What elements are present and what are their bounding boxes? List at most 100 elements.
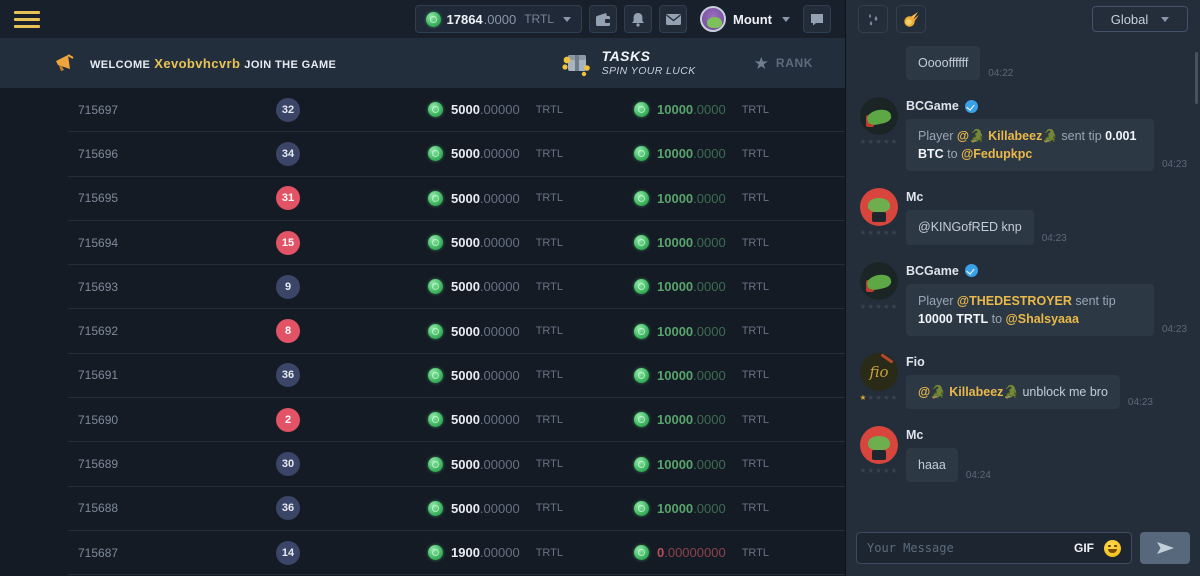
result-badge-cell: 30 [218,452,358,476]
message-timestamp: 04:23 [1042,233,1067,245]
table-row[interactable]: 715691365000.00000TRTL10000.0000TRTL [68,354,845,398]
payout-value: 10000.0000 [657,501,726,516]
user-avatar[interactable] [860,188,898,226]
table-row[interactable]: 71569285000.00000TRTL10000.0000TRTL [68,309,845,353]
bet-currency: TRTL [536,369,563,381]
user-menu[interactable]: Mount [700,6,790,32]
rain-drops-icon [866,12,881,27]
payout-value: 10000.0000 [657,457,726,472]
message-username[interactable]: BCGame [906,99,959,113]
chat-input-box: GIF [856,532,1132,564]
bet-decimals: .00000 [480,545,520,560]
payout-value: 10000.0000 [657,368,726,383]
message-username[interactable]: Mc [906,428,923,442]
rank-label: RANK [776,56,813,70]
bet-currency: TRTL [536,325,563,337]
bet-currency: TRTL [536,502,563,514]
result-number-badge: 9 [276,275,300,299]
table-row[interactable]: 71569395000.00000TRTL10000.0000TRTL [68,265,845,309]
emoji-picker-icon[interactable] [1104,540,1121,557]
toggle-chat-button[interactable] [803,5,831,33]
payout-integer: 10000 [657,146,693,161]
bet-integer: 5000 [451,191,480,206]
message-input[interactable] [867,541,1064,555]
result-badge-cell: 36 [218,496,358,520]
bubble-row: Player @THEDESTROYER sent tip 10000 TRTL… [906,284,1190,336]
bets-table: 715697325000.00000TRTL10000.0000TRTL7156… [0,88,845,576]
chat-room-selector[interactable]: Global [1092,6,1188,32]
tasks-button[interactable]: TASKS SPIN YOUR LUCK [560,48,696,78]
coin-drop-button[interactable] [896,5,926,33]
message-timestamp: 04:24 [966,470,991,482]
bet-value: 5000.00000 [451,412,520,427]
game-id: 715694 [68,236,218,250]
table-row[interactable]: 71569025000.00000TRTL10000.0000TRTL [68,398,845,442]
message-username[interactable]: Fio [906,355,925,369]
result-number-badge: 30 [276,452,300,476]
game-id: 715688 [68,501,218,515]
user-avatar[interactable] [860,97,898,135]
payout-amount: 10000.0000TRTL [634,235,769,250]
table-row[interactable]: 715688365000.00000TRTL10000.0000TRTL [68,487,845,531]
top-bar: 17864.0000 TRTL Mount [0,0,845,38]
coin-icon [634,102,649,117]
payout-amount: 10000.0000 TRTL [634,501,769,516]
bet-amount: 5000.00000TRTL [428,235,578,250]
user-avatar[interactable] [860,262,898,300]
payout-amount: 10000.0000TRTL [634,146,769,161]
coin-icon [428,545,443,560]
balance-selector[interactable]: 17864.0000 TRTL [415,5,583,33]
notifications-button[interactable] [624,5,652,33]
table-row[interactable]: 715697325000.00000TRTL10000.0000TRTL [68,88,845,132]
gif-button[interactable]: GIF [1074,541,1094,555]
user-stars: ★★★★★ [860,138,899,146]
bet-amount: 5000.00000TRTL [428,368,578,383]
payout-currency: TRTL [742,369,769,381]
chat-message: ★★★★★BCGamePlayer @THEDESTROYER sent tip… [856,262,1190,336]
bet-decimals: .00000 [480,412,520,427]
user-avatar[interactable]: fio [860,353,898,391]
messages-button[interactable] [659,5,687,33]
payout-currency: TRTL [742,104,769,116]
coin-icon [634,457,649,472]
bubble-row: @KINGofRED knp04:23 [906,210,1190,244]
star-icon: ★ [891,137,899,146]
send-message-button[interactable] [1140,532,1190,564]
result-number-badge: 34 [276,142,300,166]
bet-integer: 5000 [451,368,480,383]
message-username[interactable]: BCGame [906,264,959,278]
tasks-title: TASKS [602,48,696,65]
bet-value: 5000.00000 [451,191,520,206]
message-text: 10000 TRTL [918,312,988,326]
star-icon: ★ [754,55,769,72]
game-id: 715687 [68,546,218,560]
payout-decimals: .0000 [693,457,726,472]
table-row[interactable]: 715687141900.00000TRTL0.00000000TRTL [68,531,845,575]
table-row[interactable]: 715689305000.00000TRTL10000.0000TRTL [68,442,845,486]
main-panel: 17864.0000 TRTL Mount [0,0,845,576]
bubble-row: haaa04:24 [906,448,1190,482]
user-avatar[interactable] [860,426,898,464]
rank-button[interactable]: ★ RANK [754,55,813,72]
wallet-button[interactable] [589,5,617,33]
message-username[interactable]: Mc [906,190,923,204]
bet-currency: TRTL [536,192,563,204]
table-row[interactable]: 715694155000.00000TRTL10000.0000TRTL [68,221,845,265]
star-icon: ★ [867,466,875,475]
payout-amount: 10000.0000 TRTL [634,368,769,383]
bet-currency: TRTL [536,281,563,293]
avatar-column: ★★★★★ [856,97,902,171]
chat-scrollbar[interactable] [1195,52,1198,104]
rain-button[interactable] [858,5,888,33]
coin-icon [428,412,443,427]
payout-currency: TRTL [742,502,769,514]
chevron-down-icon [563,17,571,22]
bell-icon [631,12,645,27]
welcome-suffix: JOIN THE GAME [244,59,336,71]
wallet-icon [596,13,611,26]
bet-integer: 5000 [451,501,480,516]
welcome-username[interactable]: Xevobvhcvrb [154,56,240,71]
table-row[interactable]: 715695315000.00000TRTL10000.0000TRTL [68,177,845,221]
table-row[interactable]: 715696345000.00000TRTL10000.0000TRTL [68,132,845,176]
hamburger-menu-icon[interactable] [14,11,40,28]
